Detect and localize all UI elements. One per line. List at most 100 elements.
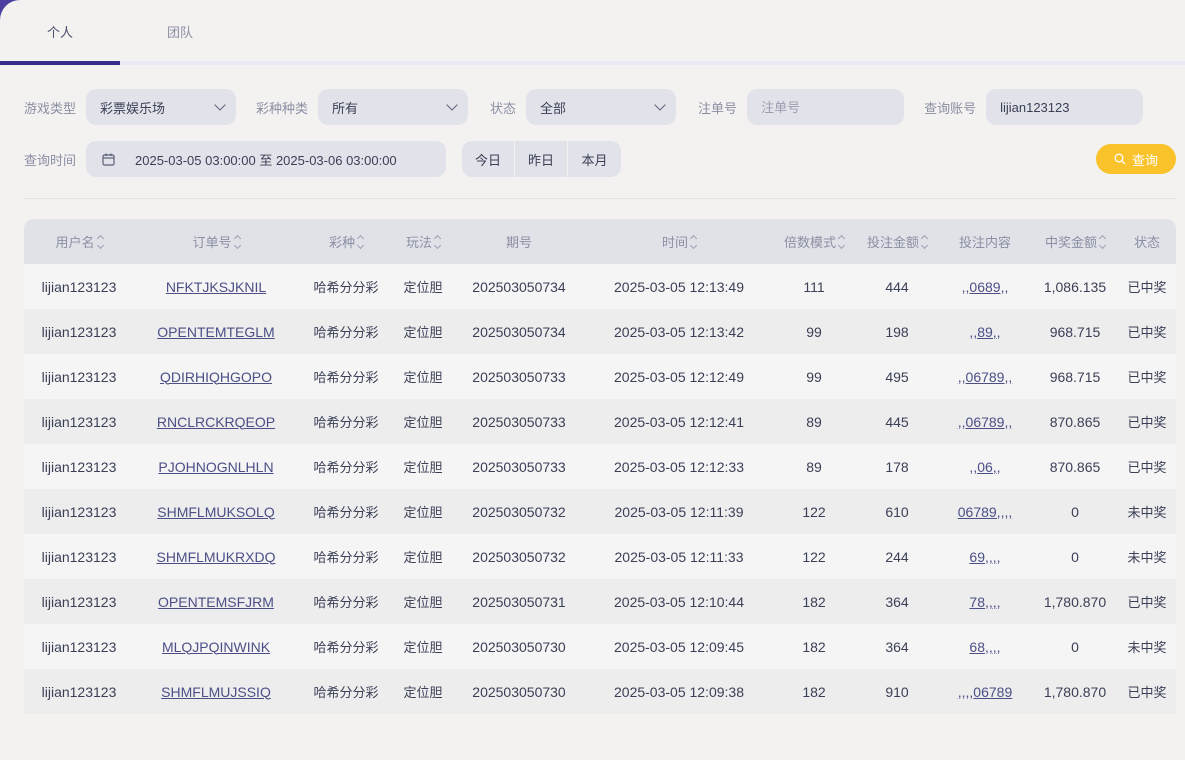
cell-lottery: 哈希分分彩 <box>298 592 394 611</box>
cell-username: lijian123123 <box>24 549 134 565</box>
status-select[interactable]: 全部 <box>526 89 677 125</box>
cell-status: 已中奖 <box>1118 412 1176 431</box>
header-multiplier[interactable]: 倍数模式 <box>772 232 856 251</box>
cell-play-type: 定位胆 <box>394 682 452 701</box>
lottery-type-select[interactable]: 所有 <box>318 89 469 125</box>
cell-text: 已中奖 <box>1127 685 1167 700</box>
tab-bar: 个人 团队 <box>0 0 1185 65</box>
cell-text: 202503050731 <box>472 593 566 610</box>
cell-text: 910 <box>885 683 909 700</box>
date-range-picker[interactable]: 2025-03-05 03:00:00 至 2025-03-06 03:00:0… <box>86 141 447 177</box>
status-label: 状态 <box>490 100 517 116</box>
bet-content-link[interactable]: ,,06,, <box>969 459 1000 475</box>
order-number-input[interactable] <box>761 99 891 115</box>
bet-records-table: 用户名 订单号 彩种 玩法 期号 时间 倍数模式 投注金额 投注内容 中奖金额 状态 lijian1… <box>24 219 1176 714</box>
cell-text: 122 <box>802 503 826 520</box>
order-number-link[interactable]: OPENTEMTEGLM <box>157 324 274 340</box>
order-number-link[interactable]: SHMFLMUKRXDQ <box>156 549 275 565</box>
order-number-link[interactable]: QDIRHIQHGOPO <box>160 369 272 385</box>
bet-content-link[interactable]: ,,,,06789 <box>958 684 1013 700</box>
cell-text: 444 <box>885 278 909 295</box>
cell-issue: 202503050733 <box>452 414 586 430</box>
account-field[interactable] <box>986 89 1144 125</box>
cell-bet-content: ,,06789,, <box>938 369 1032 385</box>
cell-play-type: 定位胆 <box>394 322 452 341</box>
bet-content-link[interactable]: 68,,,, <box>969 639 1000 655</box>
sort-icon[interactable] <box>689 234 698 249</box>
order-number-link[interactable]: SHMFLMUKSOLQ <box>157 504 274 520</box>
sort-icon[interactable] <box>233 234 241 249</box>
header-lottery[interactable]: 彩种 <box>298 232 394 251</box>
date-range-value: 2025-03-05 03:00:00 至 2025-03-06 03:00:0… <box>135 152 397 168</box>
filter-row-2: 查询时间 2025-03-05 03:00:00 至 2025-03-06 03… <box>24 141 622 177</box>
cell-order-number: SHMFLMUKRXDQ <box>134 549 298 565</box>
header-username[interactable]: 用户名 <box>24 232 134 251</box>
cell-time: 2025-03-05 12:12:49 <box>586 369 772 385</box>
sort-icon[interactable] <box>920 234 929 249</box>
sort-icon[interactable] <box>433 234 442 249</box>
order-number-link[interactable]: NFKTJKSJKNIL <box>166 279 266 295</box>
game-type-select[interactable]: 彩票娱乐场 <box>86 89 237 125</box>
cell-username: lijian123123 <box>24 639 134 655</box>
cell-status: 已中奖 <box>1118 322 1176 341</box>
bet-content-link[interactable]: 78,,,, <box>969 594 1000 610</box>
cell-bet-amount: 244 <box>856 549 938 565</box>
cell-issue: 202503050730 <box>452 684 586 700</box>
header-play-type[interactable]: 玩法 <box>394 232 452 251</box>
cell-issue: 202503050730 <box>452 639 586 655</box>
cell-play-type: 定位胆 <box>394 277 452 296</box>
header-order-number[interactable]: 订单号 <box>134 232 298 251</box>
cell-lottery: 哈希分分彩 <box>298 502 394 521</box>
cell-text: 已中奖 <box>1127 415 1167 430</box>
header-issue: 期号 <box>452 232 586 251</box>
cell-bet-content: ,,06,, <box>938 459 1032 475</box>
cell-multiplier: 89 <box>772 414 856 430</box>
table-row: lijian123123 SHMFLMUJSSIQ 哈希分分彩 定位胆 20250305… <box>24 669 1176 714</box>
cell-multiplier: 182 <box>772 594 856 610</box>
cell-win-amount: 968.715 <box>1032 324 1118 340</box>
account-input[interactable] <box>1000 99 1130 115</box>
cell-time: 2025-03-05 12:09:45 <box>586 639 772 655</box>
bet-content-link[interactable]: ,,06789,, <box>958 414 1013 430</box>
order-number-link[interactable]: SHMFLMUJSSIQ <box>161 684 271 700</box>
cell-username: lijian123123 <box>24 324 134 340</box>
quick-date-this-month[interactable]: 本月 <box>568 141 621 177</box>
order-number-field[interactable] <box>747 89 905 125</box>
tab-team[interactable]: 团队 <box>120 0 240 62</box>
cell-lottery: 哈希分分彩 <box>298 457 394 476</box>
header-time[interactable]: 时间 <box>586 232 772 251</box>
sort-icon[interactable] <box>96 234 104 249</box>
order-number-link[interactable]: OPENTEMSFJRM <box>158 594 274 610</box>
cell-order-number: RNCLRCKRQEOP <box>134 414 298 430</box>
tab-personal[interactable]: 个人 <box>0 0 120 62</box>
cell-text: 定位胆 <box>403 280 443 295</box>
quick-date-today[interactable]: 今日 <box>462 141 516 177</box>
sort-icon[interactable] <box>837 234 846 249</box>
cell-win-amount: 0 <box>1032 549 1118 565</box>
cell-order-number: OPENTEMTEGLM <box>134 324 298 340</box>
quick-date-yesterday[interactable]: 昨日 <box>515 141 569 177</box>
cell-play-type: 定位胆 <box>394 412 452 431</box>
cell-text: 182 <box>802 683 826 700</box>
query-button[interactable]: 查询 <box>1096 144 1176 174</box>
cell-multiplier: 182 <box>772 684 856 700</box>
bet-content-link[interactable]: 06789,,,, <box>958 504 1013 520</box>
order-number-link[interactable]: PJOHNOGNLHLN <box>158 459 273 475</box>
bet-content-link[interactable]: ,,06789,, <box>958 369 1013 385</box>
order-number-link[interactable]: RNCLRCKRQEOP <box>157 414 275 430</box>
cell-text: 哈希分分彩 <box>313 595 379 610</box>
bet-content-link[interactable]: 69,,,, <box>969 549 1000 565</box>
header-win-amount[interactable]: 中奖金额 <box>1032 232 1118 251</box>
bet-content-link[interactable]: ,,89,, <box>969 324 1000 340</box>
bet-content-link[interactable]: ,,0689,, <box>962 279 1009 295</box>
sort-icon[interactable] <box>1098 234 1107 249</box>
cell-play-type: 定位胆 <box>394 367 452 386</box>
sort-icon[interactable] <box>356 234 365 249</box>
cell-text: 202503050730 <box>472 638 566 655</box>
cell-text: 定位胆 <box>403 550 443 565</box>
cell-text: 定位胆 <box>403 640 443 655</box>
cell-multiplier: 122 <box>772 549 856 565</box>
header-bet-amount[interactable]: 投注金额 <box>856 232 938 251</box>
order-number-link[interactable]: MLQJPQINWINK <box>162 639 270 655</box>
cell-text: 未中奖 <box>1127 505 1167 520</box>
